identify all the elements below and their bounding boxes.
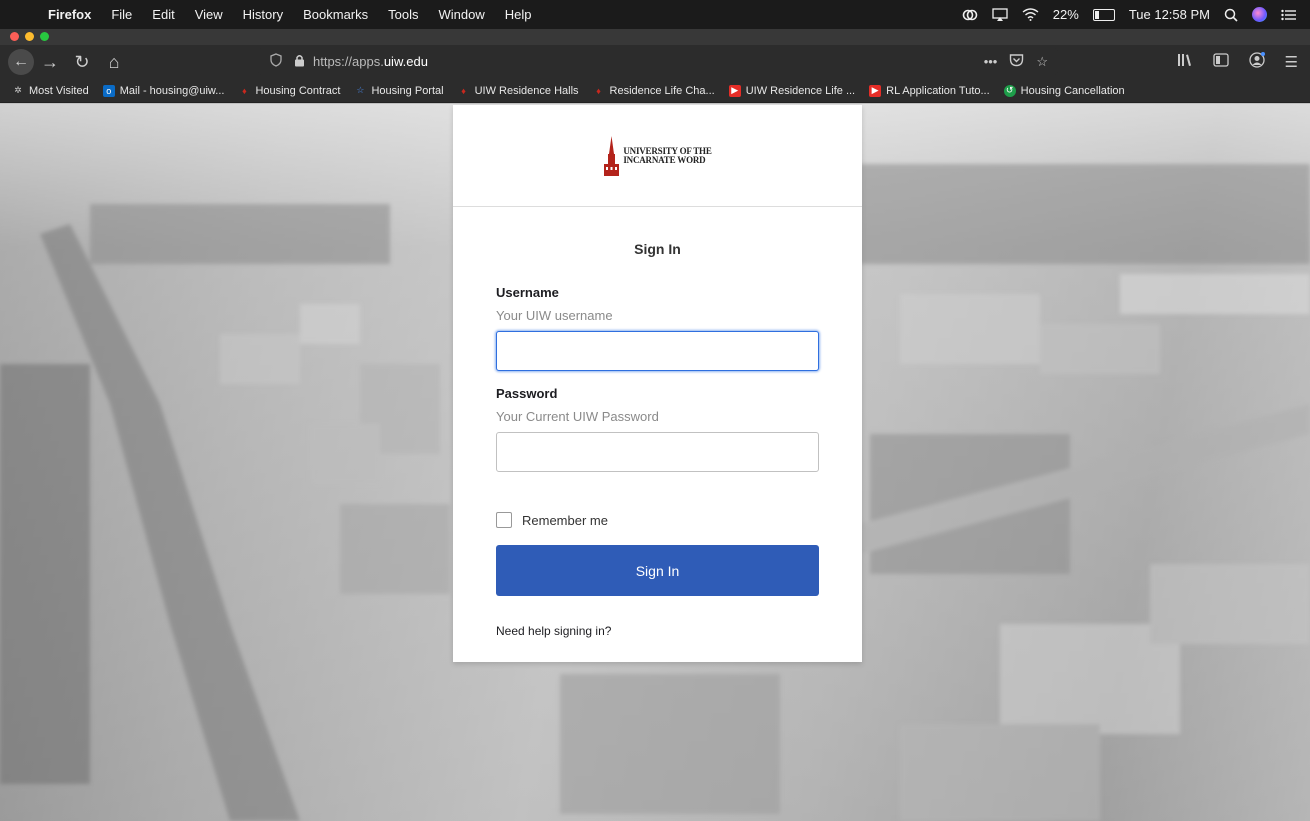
- bookmark-label: Mail - housing@uiw...: [119, 84, 225, 97]
- bookmark-item[interactable]: ▶ UIW Residence Life ...: [728, 84, 856, 97]
- menu-tools[interactable]: Tools: [388, 7, 418, 22]
- menu-app-firefox[interactable]: Firefox: [48, 7, 91, 22]
- youtube-icon: ▶: [869, 84, 882, 97]
- remember-me-row[interactable]: Remember me: [496, 512, 819, 528]
- creative-cloud-icon[interactable]: [962, 9, 978, 21]
- menu-edit[interactable]: Edit: [152, 7, 174, 22]
- outlook-icon: o: [102, 84, 115, 97]
- url-host: uiw.edu: [383, 54, 428, 69]
- pocket-icon[interactable]: [1009, 53, 1024, 70]
- siri-icon[interactable]: [1252, 7, 1267, 22]
- sign-in-title: Sign In: [634, 241, 681, 257]
- password-hint: Your Current UIW Password: [496, 409, 659, 424]
- sign-in-button[interactable]: Sign In: [496, 545, 819, 596]
- menu-bookmarks[interactable]: Bookmarks: [303, 7, 368, 22]
- remember-me-label[interactable]: Remember me: [522, 513, 608, 528]
- uiw-logo-text: UNIVERSITY OF THE INCARNATE WORD: [623, 146, 711, 165]
- reload-button[interactable]: ↻: [66, 46, 98, 78]
- menu-history[interactable]: History: [243, 7, 283, 22]
- macos-menubar: Firefox File Edit View History Bookmarks…: [0, 0, 1310, 29]
- close-window-button[interactable]: [10, 32, 19, 41]
- spotlight-search-icon[interactable]: [1224, 8, 1238, 22]
- help-signing-in-link[interactable]: Need help signing in?: [496, 624, 819, 638]
- hamburger-menu-icon[interactable]: ☰: [1285, 53, 1298, 71]
- airplay-icon[interactable]: [992, 7, 1008, 22]
- library-icon[interactable]: [1177, 53, 1193, 71]
- bookmark-label: UIW Residence Life ...: [745, 84, 856, 97]
- bookmark-label: Most Visited: [29, 84, 89, 97]
- bookmark-label: RL Application Tuto...: [886, 84, 990, 97]
- home-button[interactable]: ⌂: [98, 46, 130, 78]
- menu-view[interactable]: View: [195, 7, 223, 22]
- password-label: Password: [496, 386, 558, 401]
- bookmark-label: Housing Portal: [371, 84, 444, 97]
- uiw-flame-icon: ♦: [242, 85, 247, 96]
- lock-icon[interactable]: [294, 54, 305, 70]
- back-button[interactable]: ←: [8, 49, 34, 75]
- star-icon: ☆: [356, 85, 365, 95]
- bookmark-item[interactable]: ☆ Housing Portal: [354, 85, 443, 97]
- username-input[interactable]: [496, 331, 819, 371]
- url-bar[interactable]: https://apps.uiw.edu ••• ☆: [258, 48, 1058, 75]
- bookmark-item[interactable]: ♦ Residence Life Cha...: [593, 84, 715, 97]
- bookmark-label: Housing Cancellation: [1020, 84, 1125, 97]
- minimize-window-button[interactable]: [25, 32, 34, 41]
- wifi-icon[interactable]: [1022, 8, 1039, 21]
- login-form: Sign In Username Your UIW username Passw…: [453, 241, 862, 638]
- bookmark-item[interactable]: o Mail - housing@uiw...: [102, 84, 225, 97]
- uiw-tower-icon: [604, 135, 620, 176]
- tracking-shield-icon[interactable]: [270, 53, 282, 70]
- window-controls: [10, 32, 49, 41]
- battery-icon[interactable]: [1092, 8, 1115, 21]
- bookmarks-toolbar: ✲ Most Visited o Mail - housing@uiw... ♦ Hous…: [0, 79, 1310, 103]
- sidebar-icon[interactable]: [1212, 53, 1229, 71]
- youtube-icon: ▶: [728, 84, 741, 97]
- forward-button[interactable]: →: [34, 46, 66, 78]
- bookmark-item[interactable]: ♦ UIW Residence Halls: [458, 84, 579, 97]
- bookmark-item[interactable]: ✲ Most Visited: [12, 85, 89, 97]
- page-actions-icon[interactable]: •••: [984, 54, 998, 69]
- uiw-logo: UNIVERSITY OF THE INCARNATE WORD: [603, 135, 712, 176]
- bookmark-item[interactable]: ▶ RL Application Tuto...: [869, 84, 990, 97]
- url-prefix: https://apps.: [313, 54, 384, 69]
- menubar-clock[interactable]: Tue 12:58 PM: [1129, 7, 1210, 22]
- login-card-header: UNIVERSITY OF THE INCARNATE WORD: [453, 105, 862, 207]
- window-titlebar: [0, 29, 1310, 45]
- menu-file[interactable]: File: [111, 7, 132, 22]
- url-text: https://apps.uiw.edu: [313, 54, 428, 69]
- browser-toolbar: ← → ↻ ⌂ https://apps.uiw.edu ••• ☆ ☰: [0, 45, 1310, 79]
- gear-icon: ✲: [14, 85, 22, 95]
- bookmark-star-icon[interactable]: ☆: [1036, 54, 1048, 70]
- zoom-window-button[interactable]: [40, 32, 49, 41]
- uiw-flame-icon: ♦: [461, 85, 466, 96]
- remember-me-checkbox[interactable]: [496, 512, 512, 528]
- username-label: Username: [496, 285, 559, 300]
- account-avatar-icon[interactable]: [1248, 52, 1265, 72]
- bookmark-label: Residence Life Cha...: [609, 84, 715, 97]
- battery-percent: 22%: [1052, 7, 1079, 22]
- menu-window[interactable]: Window: [439, 7, 485, 22]
- password-input[interactable]: [496, 432, 819, 472]
- page-content: UNIVERSITY OF THE INCARNATE WORD Sign In…: [0, 104, 1310, 821]
- bookmark-item[interactable]: ↺ Housing Cancellation: [1003, 84, 1125, 97]
- bookmark-item[interactable]: ♦ Housing Contract: [238, 85, 340, 97]
- username-hint: Your UIW username: [496, 308, 613, 323]
- bookmark-label: Housing Contract: [255, 84, 341, 97]
- logo-line-2: INCARNATE WORD: [623, 154, 706, 165]
- bookmark-label: UIW Residence Halls: [474, 84, 579, 97]
- menu-help[interactable]: Help: [505, 7, 532, 22]
- notification-center-icon[interactable]: [1281, 9, 1296, 21]
- uiw-flame-icon: ♦: [596, 85, 601, 96]
- login-card: UNIVERSITY OF THE INCARNATE WORD Sign In…: [453, 105, 862, 662]
- cancel-app-icon: ↺: [1003, 84, 1016, 97]
